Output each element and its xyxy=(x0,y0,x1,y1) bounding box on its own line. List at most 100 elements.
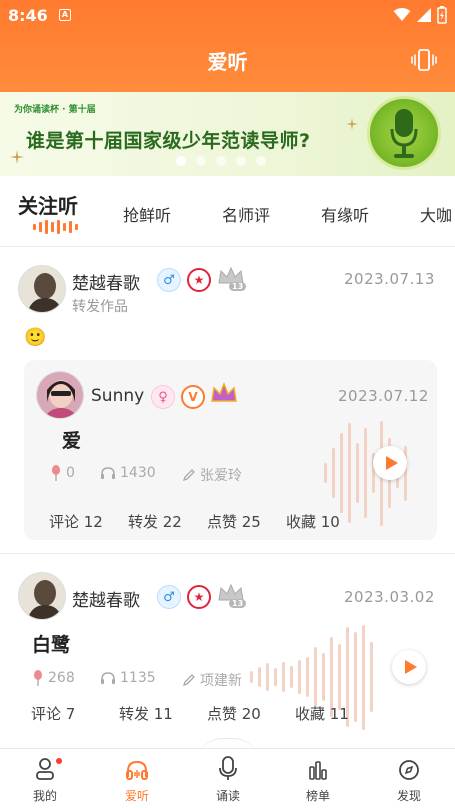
level-badge: 13 xyxy=(229,282,247,291)
collect-button[interactable]: 收藏 10 xyxy=(286,511,340,532)
headphones-icon xyxy=(101,467,115,479)
tab-random[interactable]: 有缘听 xyxy=(321,202,369,226)
pager-dot[interactable] xyxy=(256,156,266,166)
pager-dot[interactable] xyxy=(196,156,206,166)
battery-icon xyxy=(437,6,447,24)
like-button[interactable]: 点赞 25 xyxy=(207,511,261,532)
microphone-icon xyxy=(390,109,418,158)
wifi-icon xyxy=(393,8,411,21)
repost-button[interactable]: 转发 22 xyxy=(128,511,182,532)
listen-count: 1430 xyxy=(100,465,156,481)
page-title: 爱听 xyxy=(207,50,248,74)
listen-count-value: 1430 xyxy=(120,465,156,481)
like-button[interactable]: 点赞 20 xyxy=(207,703,261,724)
banner-tag: 为你诵读杯 · 第十届 xyxy=(14,105,96,115)
level-badge: 13 xyxy=(229,599,247,608)
divider xyxy=(0,246,455,247)
play-button[interactable] xyxy=(392,650,426,684)
sparkle-icon xyxy=(10,150,24,164)
nav-discover-label: 发现 xyxy=(396,789,421,803)
nav-ranking-label: 榜单 xyxy=(305,789,330,803)
shared-author[interactable]: Sunny xyxy=(91,386,144,406)
active-tab-indicator xyxy=(33,220,78,234)
pen-icon xyxy=(182,674,195,687)
male-icon: ♂ xyxy=(157,268,181,292)
avatar[interactable] xyxy=(36,371,84,419)
microphone-icon xyxy=(219,756,237,780)
nav-discover[interactable]: 发现 xyxy=(374,755,444,804)
banner-pager xyxy=(176,156,266,166)
shared-date: 2023.07.12 xyxy=(338,387,429,405)
promo-banner[interactable]: 为你诵读杯 · 第十届 谁是第十届国家级少年范读导师? xyxy=(0,92,455,176)
play-button[interactable] xyxy=(373,446,407,480)
nav-recite-label: 诵读 xyxy=(215,789,240,803)
post-date: 2023.07.13 xyxy=(344,270,435,288)
repost-button[interactable]: 转发 11 xyxy=(119,703,173,724)
work-author-name: 项建新 xyxy=(200,673,242,689)
flower-icon xyxy=(34,670,42,686)
app-header: 8:46 A 爱听 xyxy=(0,0,455,92)
banner-headline: 谁是第十届国家级少年范读导师? xyxy=(26,130,311,152)
collect-button[interactable]: 收藏 11 xyxy=(295,703,349,724)
headphones-icon xyxy=(101,672,115,684)
headphones-icon xyxy=(126,760,148,780)
status-time: 8:46 xyxy=(8,6,48,25)
bar-chart-icon xyxy=(309,761,327,780)
pager-dot[interactable] xyxy=(176,156,186,166)
pager-dot[interactable] xyxy=(216,156,226,166)
phone-shake-icon[interactable] xyxy=(411,48,437,72)
notification-icon: A xyxy=(59,9,71,21)
flower-count: 0 xyxy=(50,465,75,481)
flower-count-value: 268 xyxy=(48,670,75,686)
person-icon xyxy=(36,758,54,780)
nav-ranking[interactable]: 榜单 xyxy=(283,755,353,804)
avatar[interactable] xyxy=(18,572,66,620)
verified-v-icon: V xyxy=(181,385,205,409)
comment-button[interactable]: 评论 7 xyxy=(31,703,75,724)
tab-follow[interactable]: 关注听 xyxy=(18,190,78,219)
work-author: 张爱玲 xyxy=(182,465,242,485)
tab-teacher-review[interactable]: 名师评 xyxy=(222,202,270,226)
nav-listen[interactable]: 爱听 xyxy=(102,755,172,804)
category-tabs: 关注听 抢鲜听 名师评 有缘听 大咖 xyxy=(0,176,455,246)
flower-icon xyxy=(52,465,60,481)
comment-button[interactable]: 评论 12 xyxy=(49,511,103,532)
repost-label: 转发作品 xyxy=(72,299,128,315)
pager-dot[interactable] xyxy=(236,156,246,166)
work-author-name: 张爱玲 xyxy=(200,468,242,484)
nav-mine-label: 我的 xyxy=(32,789,57,803)
divider xyxy=(0,553,455,554)
compass-icon xyxy=(399,760,419,780)
work-title[interactable]: 白鹭 xyxy=(32,630,70,657)
status-icons xyxy=(393,6,447,24)
flower-count-value: 0 xyxy=(66,465,75,481)
tab-fresh[interactable]: 抢鲜听 xyxy=(123,202,171,226)
crown-icon xyxy=(209,381,239,406)
pen-icon xyxy=(182,469,195,482)
microphone-emblem xyxy=(367,96,441,170)
post-author[interactable]: 楚越春歌 xyxy=(72,269,140,294)
signal-icon xyxy=(417,8,431,22)
notification-dot xyxy=(56,758,62,764)
user-avatar-icon xyxy=(19,573,65,619)
user-avatar-icon xyxy=(19,266,65,312)
nav-recite[interactable]: 诵读 xyxy=(193,755,263,804)
male-icon: ♂ xyxy=(157,585,181,609)
female-icon: ♀ xyxy=(151,385,175,409)
star-badge-icon: ★ xyxy=(187,268,211,292)
work-title[interactable]: 爱 xyxy=(62,426,81,453)
nav-mine[interactable]: 我的 xyxy=(10,755,80,804)
post-author[interactable]: 楚越春歌 xyxy=(72,586,140,611)
star-badge-icon: ★ xyxy=(187,585,211,609)
sparkle-icon xyxy=(346,118,358,130)
user-avatar-icon xyxy=(37,372,83,418)
flower-count: 268 xyxy=(32,670,75,686)
listen-count: 1135 xyxy=(100,670,156,686)
status-bar: 8:46 A xyxy=(0,0,455,30)
smile-emoji: 🙂 xyxy=(24,327,47,348)
post-date: 2023.03.02 xyxy=(344,588,435,606)
tab-celebrity[interactable]: 大咖 xyxy=(420,202,452,226)
avatar[interactable] xyxy=(18,265,66,313)
listen-count-value: 1135 xyxy=(120,670,156,686)
bottom-nav: 我的 爱听 诵读 榜单 发现 xyxy=(0,748,455,808)
